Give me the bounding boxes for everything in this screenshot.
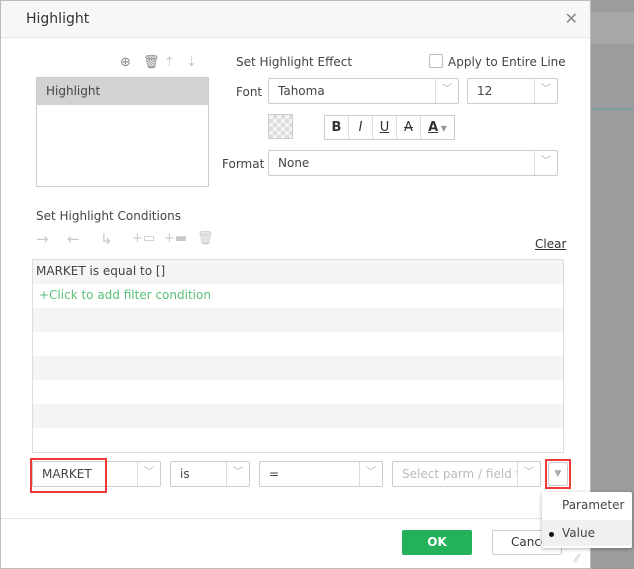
format-select[interactable]: None ﹀: [268, 150, 558, 176]
chevron-down-icon: ﹀: [534, 79, 557, 103]
background-line: [591, 108, 634, 110]
dialog-header: Highlight ✕: [1, 1, 590, 38]
chevron-down-icon: ﹀: [359, 462, 382, 486]
dialog-title: Highlight: [26, 11, 90, 27]
indent-right-icon[interactable]: →: [36, 232, 49, 247]
font-size-select[interactable]: 12 ﹀: [467, 78, 558, 104]
close-icon[interactable]: ✕: [565, 9, 578, 28]
menu-item-value-label: Value: [562, 526, 595, 540]
menu-item-parameter[interactable]: Parameter: [542, 492, 632, 518]
conditions-section-label: Set Highlight Conditions: [36, 209, 182, 223]
chevron-down-icon: ﹀: [435, 79, 458, 103]
chevron-down-icon: ﹀: [517, 462, 540, 486]
menu-item-value[interactable]: Value: [542, 520, 632, 546]
italic-button[interactable]: I: [349, 116, 373, 139]
comparator-select[interactable]: = ﹀: [259, 461, 383, 487]
clear-link[interactable]: Clear: [535, 237, 566, 251]
delete-icon[interactable]: 🗑: [143, 56, 160, 70]
apply-entire-line-checkbox[interactable]: [429, 54, 443, 68]
highlight-list-item[interactable]: Highlight: [37, 78, 208, 105]
highlight-dialog: Highlight ✕ ⊕ 🗑 ⇡ ⇣ Highlight Set Highli…: [0, 0, 591, 569]
font-value: Tahoma: [278, 84, 325, 98]
chevron-down-icon: ﹀: [137, 462, 160, 486]
background-color-picker[interactable]: [268, 114, 293, 139]
insert-condition-icon[interactable]: +▭: [132, 232, 155, 246]
conditions-list: MARKET is equal to [] +Click to add filt…: [32, 259, 564, 453]
comparator-value: =: [269, 467, 280, 481]
footer-divider: [1, 518, 590, 519]
font-size-value: 12: [477, 84, 493, 98]
strikethrough-button[interactable]: A: [397, 116, 421, 139]
effect-section-label: Set Highlight Effect: [236, 55, 353, 69]
indent-left-icon[interactable]: ←: [67, 232, 80, 247]
operator-select[interactable]: is ﹀: [170, 461, 250, 487]
font-color-button[interactable]: A ▼: [421, 116, 454, 139]
value-placeholder: Select parm / field value: [402, 467, 518, 481]
font-color-icon: A: [428, 120, 439, 135]
highlight-box-field: [30, 458, 107, 493]
selected-dot-icon: [549, 532, 554, 537]
format-value: None: [278, 156, 310, 170]
return-icon[interactable]: ↳: [100, 232, 113, 247]
highlight-list: Highlight: [36, 77, 209, 187]
underline-button[interactable]: U: [373, 116, 397, 139]
move-up-icon[interactable]: ⇡: [164, 56, 175, 70]
move-down-icon[interactable]: ⇣: [186, 56, 197, 70]
bold-button[interactable]: B: [325, 116, 349, 139]
chevron-down-icon: ﹀: [534, 151, 557, 175]
ok-button[interactable]: OK: [402, 530, 472, 555]
chevron-down-icon: ﹀: [226, 462, 249, 486]
condition-row[interactable]: MARKET is equal to []: [33, 260, 563, 284]
highlight-box-dropdown: [545, 459, 571, 489]
operator-value: is: [180, 467, 190, 481]
delete-condition-icon[interactable]: 🗑: [197, 232, 214, 246]
apply-entire-line-label: Apply to Entire Line: [448, 55, 566, 69]
font-label: Font: [236, 85, 263, 99]
add-icon[interactable]: ⊕: [120, 56, 131, 70]
background-band: [591, 12, 634, 44]
font-select[interactable]: Tahoma ﹀: [268, 78, 459, 104]
append-condition-icon[interactable]: +▬: [164, 232, 187, 246]
value-select[interactable]: Select parm / field value﹀: [392, 461, 541, 487]
resize-handle-icon[interactable]: ⁄⁄: [575, 552, 579, 566]
add-condition-link[interactable]: +Click to add filter condition: [33, 284, 563, 308]
value-type-menu: Parameter Value: [542, 492, 632, 548]
text-format-toolbar: B I U A A ▼: [324, 115, 455, 140]
format-label: Format: [222, 157, 265, 171]
